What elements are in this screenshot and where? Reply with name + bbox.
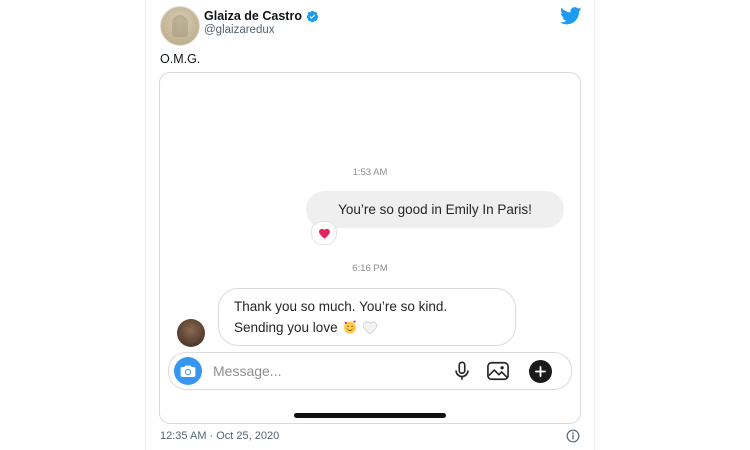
outgoing-message-bubble[interactable]: You’re so good in Emily In Paris! — [306, 191, 564, 228]
gallery-icon[interactable] — [486, 360, 510, 382]
tweet-text: O.M.G. — [160, 52, 201, 66]
author-avatar[interactable] — [160, 6, 200, 46]
heart-reaction[interactable] — [311, 221, 337, 245]
incoming-message-bubble[interactable]: Thank you so much. You’re so kind. Sendi… — [218, 288, 516, 346]
white-heart-icon — [362, 321, 377, 335]
message-composer — [168, 352, 572, 390]
camera-button[interactable] — [174, 357, 202, 385]
heart-icon — [318, 228, 330, 239]
smiling-face-with-hearts-icon — [343, 320, 356, 334]
camera-icon — [180, 365, 196, 377]
info-icon[interactable] — [566, 429, 580, 443]
tweet-timestamp[interactable]: 12:35 AM · Oct 25, 2020 — [160, 430, 279, 442]
incoming-message-line: Thank you so much. You’re so kind. — [234, 299, 448, 314]
message-timestamp: 6:16 PM — [352, 263, 388, 274]
verified-badge-icon — [306, 10, 319, 22]
twitter-bird-icon[interactable] — [560, 7, 582, 25]
author-name-row: Glaiza de Castro — [204, 9, 319, 23]
tweet-media-screenshot[interactable]: 1:53 AM You’re so good in Emily In Paris… — [159, 72, 581, 424]
home-indicator — [294, 413, 446, 418]
tweet-card: Glaiza de Castro @glaizaredux O.M.G. 1:5… — [145, 0, 595, 450]
add-button[interactable] — [529, 360, 552, 383]
message-timestamp: 1:53 AM — [352, 167, 388, 178]
plus-icon — [535, 366, 546, 377]
incoming-message-text: Sending you love — [234, 319, 338, 335]
incoming-message-line: Sending you love — [234, 319, 378, 335]
message-input[interactable] — [213, 353, 433, 389]
author-name[interactable]: Glaiza de Castro — [204, 9, 302, 23]
microphone-icon[interactable] — [451, 360, 473, 382]
author-handle[interactable]: @glaizaredux — [204, 24, 275, 36]
sender-avatar[interactable] — [177, 319, 205, 347]
